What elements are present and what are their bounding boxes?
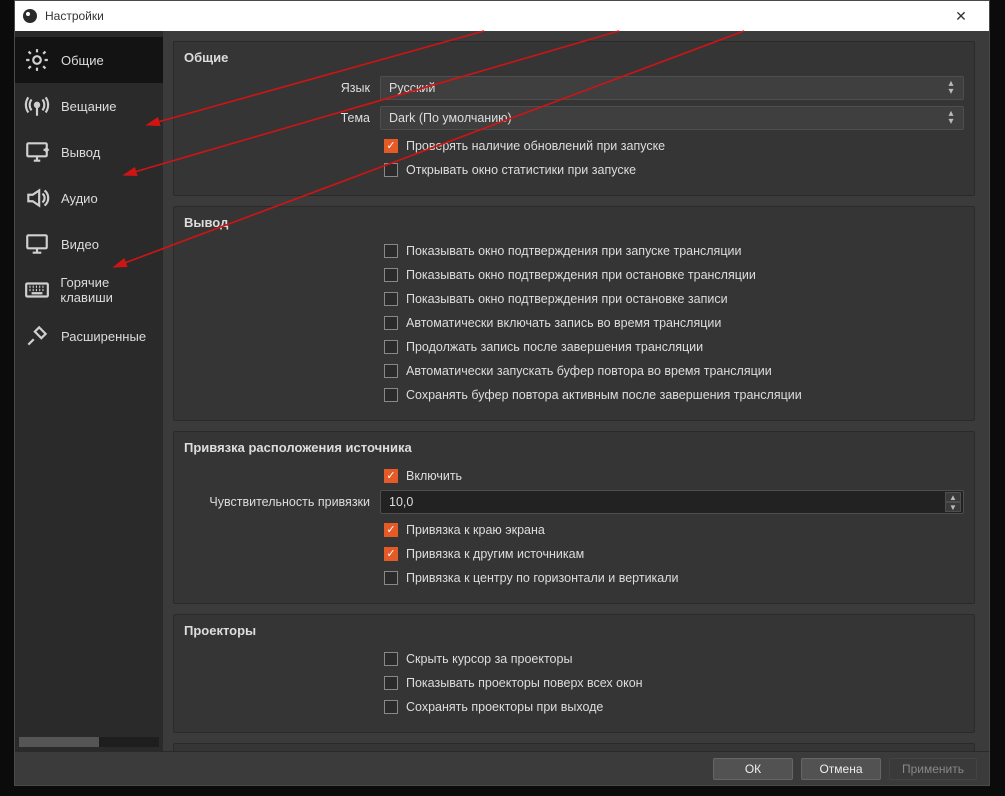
confirm-start-stream-checkbox[interactable] xyxy=(384,244,398,258)
group-general: Общие Язык Русский ▴▾ Тема Dark (По умо xyxy=(173,41,975,196)
window-title: Настройки xyxy=(45,9,104,23)
check-updates-checkbox[interactable] xyxy=(384,139,398,153)
open-stats-checkbox[interactable] xyxy=(384,163,398,177)
sidebar-item-label: Вывод xyxy=(61,145,100,160)
content-pane[interactable]: Общие Язык Русский ▴▾ Тема Dark (По умо xyxy=(163,31,989,751)
sidebar-item-stream[interactable]: Вещание xyxy=(15,83,163,129)
chevron-updown-icon: ▴▾ xyxy=(943,80,959,96)
sidebar: Общие Вещание Вывод Аудио xyxy=(15,31,163,751)
snap-enable-checkbox[interactable] xyxy=(384,469,398,483)
group-title: Вывод xyxy=(184,215,964,230)
proj-hide-cursor-label: Скрыть курсор за проекторы xyxy=(406,652,572,666)
language-label: Язык xyxy=(184,81,380,95)
close-button[interactable]: ✕ xyxy=(941,8,981,25)
confirm-stop-stream-checkbox[interactable] xyxy=(384,268,398,282)
proj-hide-cursor-checkbox[interactable] xyxy=(384,652,398,666)
sidebar-item-output[interactable]: Вывод xyxy=(15,129,163,175)
snap-edge-label: Привязка к краю экрана xyxy=(406,523,545,537)
theme-dropdown[interactable]: Dark (По умолчанию) ▴▾ xyxy=(380,106,964,130)
output-icon xyxy=(23,138,51,166)
sidebar-item-general[interactable]: Общие xyxy=(15,37,163,83)
snap-sources-label: Привязка к другим источникам xyxy=(406,547,584,561)
confirm-stop-stream-label: Показывать окно подтверждения при остано… xyxy=(406,268,756,282)
group-title: Привязка расположения источника xyxy=(184,440,964,455)
auto-replay-label: Автоматически запускать буфер повтора во… xyxy=(406,364,772,378)
auto-record-checkbox[interactable] xyxy=(384,316,398,330)
dropdown-value: Русский xyxy=(389,81,435,95)
proj-on-top-checkbox[interactable] xyxy=(384,676,398,690)
snap-sources-checkbox[interactable] xyxy=(384,547,398,561)
auto-record-label: Автоматически включать запись во время т… xyxy=(406,316,721,330)
sidebar-item-label: Видео xyxy=(61,237,99,252)
antenna-icon xyxy=(23,92,51,120)
group-output: Вывод Показывать окно подтверждения при … xyxy=(173,206,975,421)
proj-on-top-label: Показывать проекторы поверх всех окон xyxy=(406,676,643,690)
chevron-updown-icon: ▴▾ xyxy=(943,110,959,126)
open-stats-label: Открывать окно статистики при запуске xyxy=(406,163,636,177)
titlebar: Настройки ✕ xyxy=(15,1,989,31)
sidebar-item-hotkeys[interactable]: Горячие клавиши xyxy=(15,267,163,313)
keep-record-checkbox[interactable] xyxy=(384,340,398,354)
snap-sens-spinbox[interactable]: 10,0 ▲▼ xyxy=(380,490,964,514)
app-icon xyxy=(23,9,37,23)
sidebar-item-video[interactable]: Видео xyxy=(15,221,163,267)
speaker-icon xyxy=(23,184,51,212)
keyboard-icon xyxy=(23,276,50,304)
sidebar-item-advanced[interactable]: Расширенные xyxy=(15,313,163,359)
confirm-stop-record-label: Показывать окно подтверждения при остано… xyxy=(406,292,728,306)
dropdown-value: Dark (По умолчанию) xyxy=(389,111,512,125)
snap-center-checkbox[interactable] xyxy=(384,571,398,585)
group-projectors: Проекторы Скрыть курсор за проекторы Пок… xyxy=(173,614,975,733)
sidebar-scrollbar[interactable] xyxy=(19,737,159,747)
spinbox-value: 10,0 xyxy=(389,495,413,509)
tools-icon xyxy=(23,322,51,350)
sidebar-item-label: Горячие клавиши xyxy=(60,275,163,305)
check-updates-label: Проверять наличие обновлений при запуске xyxy=(406,139,665,153)
group-title: Общие xyxy=(184,50,964,65)
sidebar-item-audio[interactable]: Аудио xyxy=(15,175,163,221)
group-title: Проекторы xyxy=(184,623,964,638)
monitor-icon xyxy=(23,230,51,258)
ok-button[interactable]: ОК xyxy=(713,758,793,780)
gear-icon xyxy=(23,46,51,74)
auto-replay-checkbox[interactable] xyxy=(384,364,398,378)
sidebar-item-label: Общие xyxy=(61,53,104,68)
group-tray: Системный трей Включить Скрывать окно в … xyxy=(173,743,975,751)
footer: ОК Отмена Применить xyxy=(15,751,989,785)
sidebar-item-label: Вещание xyxy=(61,99,117,114)
confirm-start-stream-label: Показывать окно подтверждения при запуск… xyxy=(406,244,741,258)
confirm-stop-record-checkbox[interactable] xyxy=(384,292,398,306)
keep-record-label: Продолжать запись после завершения транс… xyxy=(406,340,703,354)
spinbox-arrows-icon[interactable]: ▲▼ xyxy=(945,492,961,512)
language-dropdown[interactable]: Русский ▴▾ xyxy=(380,76,964,100)
proj-save-checkbox[interactable] xyxy=(384,700,398,714)
snap-sens-label: Чувствительность привязки xyxy=(184,495,380,509)
theme-label: Тема xyxy=(184,111,380,125)
proj-save-label: Сохранять проекторы при выходе xyxy=(406,700,603,714)
keep-replay-label: Сохранять буфер повтора активным после з… xyxy=(406,388,802,402)
apply-button[interactable]: Применить xyxy=(889,758,977,780)
sidebar-item-label: Расширенные xyxy=(61,329,146,344)
keep-replay-checkbox[interactable] xyxy=(384,388,398,402)
snap-center-label: Привязка к центру по горизонтали и верти… xyxy=(406,571,679,585)
sidebar-item-label: Аудио xyxy=(61,191,98,206)
group-snap: Привязка расположения источника Включить… xyxy=(173,431,975,604)
snap-enable-label: Включить xyxy=(406,469,462,483)
snap-edge-checkbox[interactable] xyxy=(384,523,398,537)
settings-window: Настройки ✕ Общие Вещание Вывод xyxy=(14,0,990,786)
body: Общие Вещание Вывод Аудио xyxy=(15,31,989,751)
cancel-button[interactable]: Отмена xyxy=(801,758,881,780)
